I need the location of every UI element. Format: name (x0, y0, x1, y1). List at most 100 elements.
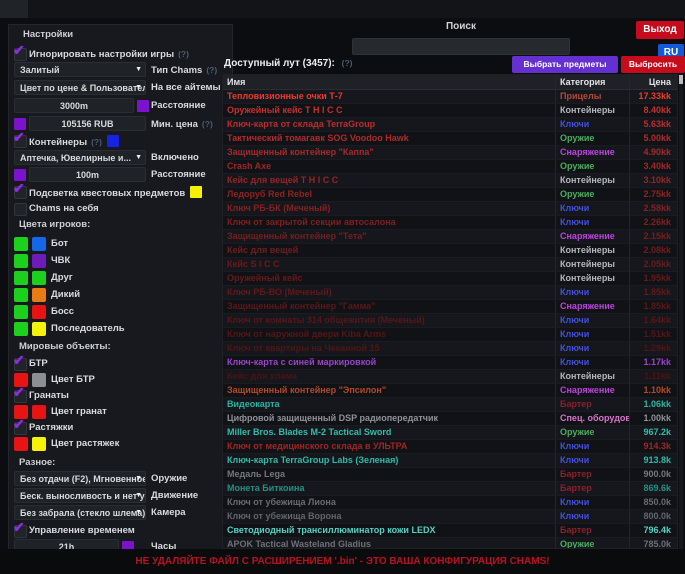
scrollbar-track[interactable] (679, 74, 683, 549)
table-row[interactable]: Медаль LegaБартер900.0k (223, 468, 677, 482)
table-row[interactable]: Кейс S I C CКонтейнеры2.05kk (223, 258, 677, 272)
dropdown[interactable]: Аптечка, Ювелирные и...▼ (14, 150, 146, 165)
table-row[interactable]: Кейс для вещей T H I C CКонтейнеры3.10kk (223, 174, 677, 188)
table-row[interactable]: Miller Bros. Blades M-2 Tactical SwordОр… (223, 426, 677, 440)
table-row[interactable]: Тактический томагавк SOG Voodoo HawkОруж… (223, 132, 677, 146)
chevron-down-icon: ▼ (135, 472, 142, 486)
table-row[interactable]: Тепловизионные очки Т-7Прицелы17.33kk (223, 90, 677, 104)
table-row[interactable]: Ледоруб Red RebelОружие2.75kk (223, 188, 677, 202)
color-swatch[interactable] (190, 186, 202, 198)
table-row[interactable]: Ключ РБ-БК (Меченый)Ключи2.58kk (223, 202, 677, 216)
loot-item-price: 17.33kk (629, 90, 675, 103)
search-input[interactable] (352, 38, 570, 55)
table-row[interactable]: Защищенный контейнер "Тета"Снаряжение2.1… (223, 230, 677, 244)
checkbox[interactable]: ✔ (14, 390, 27, 403)
discard-all-button[interactable]: Выбросить все (621, 56, 685, 73)
checkbox[interactable]: ✔ (14, 186, 27, 199)
dropdown[interactable]: Без забрала (стекло шлема)▼ (14, 505, 146, 520)
table-row[interactable]: Crash AxeОружие3.40kk (223, 160, 677, 174)
color-swatch[interactable] (14, 437, 28, 451)
table-row[interactable]: Оружейный кейсКонтейнеры1.95kk (223, 272, 677, 286)
table-row[interactable]: Защищенный контейнер "Гамма"Снаряжение1.… (223, 300, 677, 314)
dropdown[interactable]: Цвет по цене & Пользователь▼ (14, 80, 146, 95)
table-row[interactable]: Кейс для вещейКонтейнеры2.08kk (223, 244, 677, 258)
settings-label: Расстояние (151, 169, 206, 181)
table-row[interactable]: Ключ от медицинского склада в УЛЬТРАКлюч… (223, 440, 677, 454)
exit-button[interactable]: Выход (636, 21, 684, 39)
loot-item-category: Снаряжение (555, 300, 629, 313)
table-row[interactable]: Защищенный контейнер "Эпсилон"Снаряжение… (223, 384, 677, 398)
checkbox[interactable] (14, 203, 27, 216)
table-row[interactable]: Ключ от убежища ЛионаКлючи850.0k (223, 496, 677, 510)
table-row[interactable]: Ключ от комнаты 314 общежития (Меченый)К… (223, 314, 677, 328)
table-row[interactable]: Ключ от закрытой секции автосалонаКлючи2… (223, 216, 677, 230)
color-swatch[interactable] (14, 254, 28, 268)
table-row[interactable]: Ключ РБ-ВО (Меченый)Ключи1.85kk (223, 286, 677, 300)
color-swatch[interactable] (14, 271, 28, 285)
loot-item-name: Ключ-карта от склада TerraGroup (223, 118, 555, 131)
chevron-down-icon: ▼ (135, 81, 142, 95)
table-row[interactable]: Монета БиткоинаБартер869.6k (223, 482, 677, 496)
color-swatch[interactable] (32, 288, 46, 302)
table-row[interactable]: Защищенный контейнер "Каппа"Снаряжение4.… (223, 146, 677, 160)
table-row[interactable]: Ключ от убежища ВоронаКлючи800.0k (223, 510, 677, 524)
value-input[interactable]: 100m (29, 167, 146, 182)
loot-item-price: 3.10kk (629, 174, 675, 187)
checkmark-icon: ✔ (13, 520, 25, 534)
settings-row: Без отдачи (F2), Мгновенное п▼Оружие (9, 471, 234, 487)
color-swatch[interactable] (14, 305, 28, 319)
loot-item-name: Монета Биткоина (223, 482, 555, 495)
checkbox[interactable]: ✔ (14, 525, 27, 538)
table-row[interactable]: Кейс для хламаКонтейнеры1.11kk (223, 370, 677, 384)
settings-label: ЧВК (51, 255, 70, 267)
settings-label: Контейнеры(?) (29, 135, 119, 149)
color-swatch[interactable] (14, 237, 28, 251)
table-row[interactable]: Ключ-карта TerraGroup Labs (Зеленая)Ключ… (223, 454, 677, 468)
color-swatch[interactable] (32, 254, 46, 268)
table-row[interactable]: Ключ-карта с синей маркировкойКлючи1.17k… (223, 356, 677, 370)
color-swatch[interactable] (14, 288, 28, 302)
help-icon[interactable]: (?) (91, 137, 102, 147)
header-name: Имя (223, 75, 555, 89)
table-row[interactable]: ВидеокартаБартер1.06kk (223, 398, 677, 412)
table-row[interactable]: Цифровой защищенный DSP радиопередатчикС… (223, 412, 677, 426)
dropdown[interactable]: Залитый▼ (14, 62, 146, 77)
header-price: Цена (629, 75, 675, 89)
value-input[interactable]: 105156 RUB (29, 116, 146, 131)
table-row[interactable]: APOK Tactical Wasteland GladiusОружие785… (223, 538, 677, 549)
loot-item-category: Ключи (555, 496, 629, 509)
table-row[interactable]: Оружейный кейс T H I C CКонтейнеры8.40kk (223, 104, 677, 118)
checkbox[interactable]: ✔ (14, 422, 27, 435)
loot-item-name: Оружейный кейс (223, 272, 555, 285)
table-row[interactable]: Ключ-карта от склада TerraGroupКлючи5.63… (223, 118, 677, 132)
settings-label: Цвет растяжек (51, 438, 119, 450)
color-swatch[interactable] (107, 135, 119, 147)
color-swatch[interactable] (137, 100, 149, 112)
color-swatch[interactable] (32, 322, 46, 336)
help-icon[interactable]: (?) (178, 49, 189, 59)
checkbox[interactable]: ✔ (14, 358, 27, 371)
color-swatch[interactable] (32, 271, 46, 285)
loot-item-price: 2.08kk (629, 244, 675, 257)
color-swatch[interactable] (32, 405, 46, 419)
settings-label: Цвет гранат (51, 406, 107, 418)
color-swatch[interactable] (14, 322, 28, 336)
color-swatch[interactable] (32, 437, 46, 451)
help-icon[interactable]: (?) (202, 119, 213, 129)
help-icon[interactable]: (?) (206, 65, 217, 75)
checkbox[interactable]: ✔ (14, 135, 27, 148)
color-swatch[interactable] (32, 373, 46, 387)
value-input[interactable]: 3000m (14, 98, 134, 113)
dropdown[interactable]: Беск. выносливость и нет уста▼ (14, 488, 146, 503)
kappa-items-button[interactable]: Выбрать предметы каппа (512, 56, 618, 73)
color-swatch[interactable] (32, 305, 46, 319)
scrollbar-thumb[interactable] (679, 75, 683, 84)
dropdown[interactable]: Без отдачи (F2), Мгновенное п▼ (14, 471, 146, 486)
color-swatch[interactable] (32, 237, 46, 251)
table-row[interactable]: Светодиодный трансиллюминатор кожи LEDXБ… (223, 524, 677, 538)
loot-item-price: 8.40kk (629, 104, 675, 117)
table-row[interactable]: Ключ от наружной двери Kiba ArmsКлючи1.5… (223, 328, 677, 342)
table-row[interactable]: Ключ от квартиры на Чеканной 15Ключи1.29… (223, 342, 677, 356)
checkbox[interactable]: ✔ (14, 48, 27, 61)
help-icon[interactable]: (?) (342, 58, 353, 68)
